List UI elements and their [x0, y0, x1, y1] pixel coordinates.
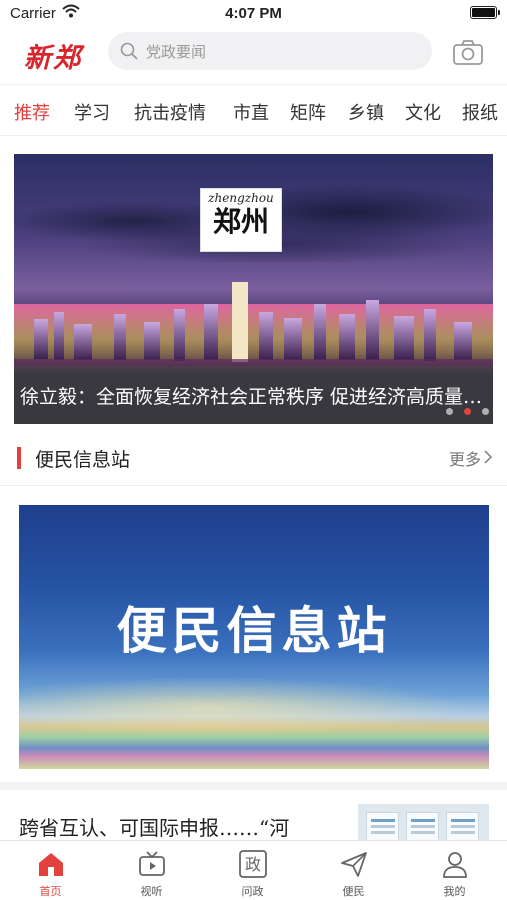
feature-card-title: 便民信息站 [116, 602, 392, 660]
section-accent-bar [17, 447, 21, 469]
nav-inquiry[interactable]: 政 问政 [202, 841, 303, 900]
carousel-dot-active [464, 408, 471, 415]
nav-profile[interactable]: 我的 [404, 841, 505, 900]
app-header: 新郑 党政要闻 [0, 28, 507, 78]
tab-epidemic[interactable]: 抗击疫情 [134, 99, 206, 125]
zhengzhou-logo: zhengzhou 郑州 [200, 188, 282, 252]
badge-title: 郑州 [212, 205, 269, 238]
more-link[interactable]: 更多 [449, 446, 481, 470]
tab-recommend[interactable]: 推荐 [14, 99, 50, 125]
nav-video-label: 视听 [140, 885, 163, 898]
nav-home-label: 首页 [39, 885, 62, 898]
badge-pinyin: zhengzhou [208, 191, 274, 205]
search-icon [120, 42, 138, 60]
category-tabs: 推荐 学习 抗击疫情 市直 矩阵 乡镇 文化 报纸 [0, 84, 507, 136]
nav-home[interactable]: 首页 [0, 841, 101, 900]
tab-matrix[interactable]: 矩阵 [290, 99, 326, 125]
banner-caption-text: 徐立毅：全面恢复经济社会正常秩序 促进经济高质量发展 [20, 386, 490, 408]
section-title: 便民信息站 [35, 449, 131, 471]
tab-city[interactable]: 市直 [233, 99, 269, 125]
status-time: 4:07 PM [225, 5, 282, 22]
nav-inquiry-label: 问政 [241, 885, 264, 898]
nav-service-label: 便民 [342, 885, 365, 898]
tab-newspaper[interactable]: 报纸 [462, 99, 498, 125]
search-placeholder: 党政要闻 [146, 43, 207, 61]
user-icon [443, 852, 467, 878]
banner-carousel[interactable]: zhengzhou 郑州 徐立毅：全面恢复经济社会正常秩序 促进经济高质量发展 [14, 154, 493, 424]
news-list-item[interactable]: 跨省互认、可国际申报……“河 [0, 782, 507, 840]
bottom-tab-bar: 首页 视听 政 问政 便民 我的 [0, 840, 507, 900]
app-logo: 新郑 [24, 43, 82, 74]
feature-card[interactable]: 便民信息站 [19, 505, 489, 769]
carousel-dot [482, 408, 489, 415]
carousel-indicator [435, 400, 489, 419]
carousel-dot [446, 408, 453, 415]
tab-culture[interactable]: 文化 [405, 99, 441, 125]
tab-study[interactable]: 学习 [74, 99, 110, 125]
nav-service[interactable]: 便民 [303, 841, 404, 900]
banner-caption[interactable]: 徐立毅：全面恢复经济社会正常秩序 促进经济高质量发展 [14, 366, 493, 424]
nav-video[interactable]: 视听 [101, 841, 202, 900]
send-icon [341, 852, 367, 877]
news-thumbnail [358, 804, 489, 840]
section-header: 便民信息站 更多 [0, 428, 507, 486]
camera-icon[interactable] [452, 38, 484, 66]
chevron-right-icon[interactable] [483, 450, 493, 464]
search-bar[interactable]: 党政要闻 [108, 32, 432, 70]
home-icon [39, 853, 63, 876]
svg-text:政: 政 [245, 855, 261, 874]
zheng-icon: 政 [239, 850, 267, 878]
nav-profile-label: 我的 [443, 885, 466, 898]
tab-township[interactable]: 乡镇 [348, 99, 384, 125]
battery-icon [470, 6, 500, 19]
news-title: 跨省互认、可国际申报……“河 [19, 816, 290, 840]
tv-icon [139, 851, 165, 876]
status-bar: Carrier 4:07 PM [0, 0, 507, 28]
